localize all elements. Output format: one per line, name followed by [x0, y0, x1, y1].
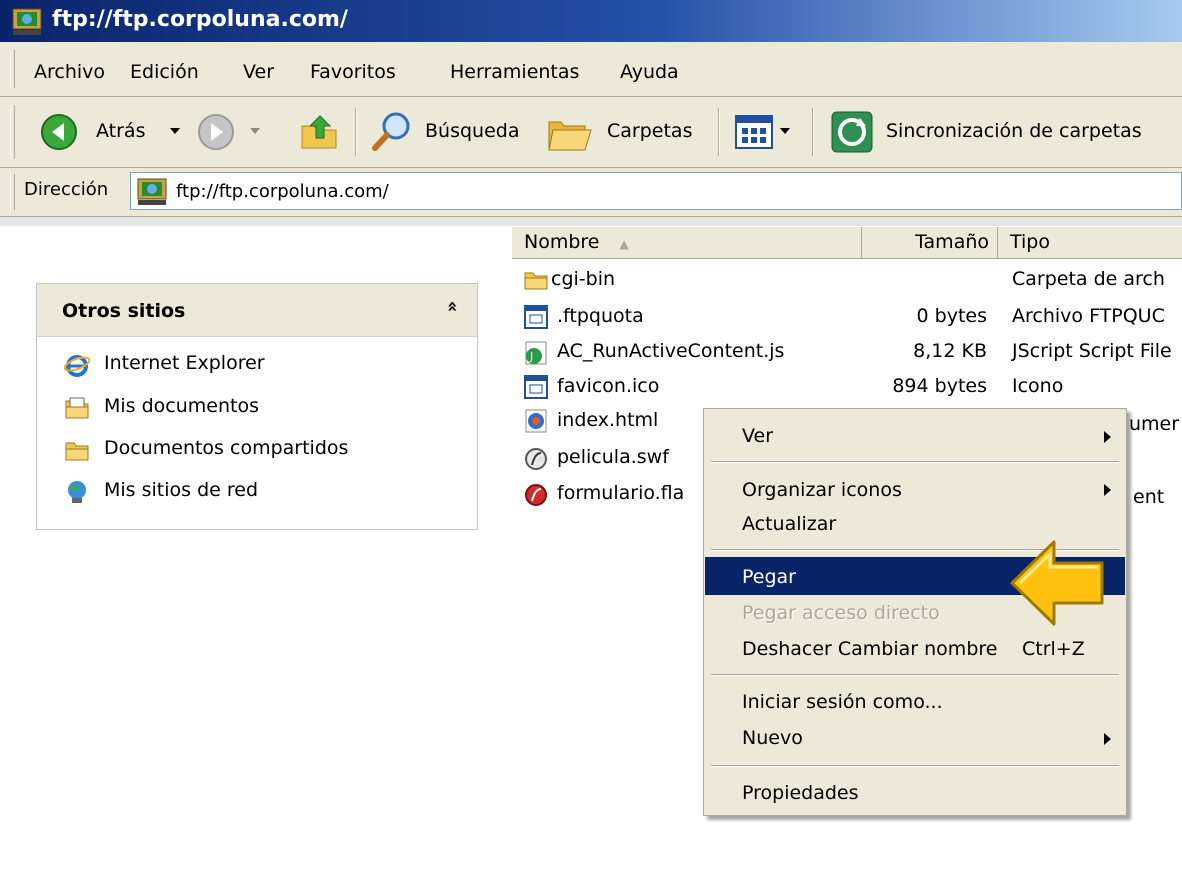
link-mis-documentos[interactable]: Mis documentos [104, 395, 259, 417]
file-row-name[interactable]: index.html [557, 409, 658, 431]
menu-ayuda[interactable]: Ayuda [620, 61, 679, 83]
file-row-name[interactable]: favicon.ico [557, 375, 659, 397]
column-header-tipo[interactable]: Tipo [998, 227, 1182, 259]
file-row-type: Icono [1012, 375, 1064, 397]
file-row-name[interactable]: cgi-bin [551, 268, 615, 290]
file-row-name[interactable]: formulario.fla [557, 482, 684, 504]
folder-icon [523, 267, 549, 293]
menu-item-pegar-acceso-directo: Pegar acceso directo [742, 602, 940, 624]
sync-folders-button[interactable]: Sincronización de carpetas [886, 120, 1142, 142]
file-row-type: Carpeta de arch [1012, 268, 1165, 290]
ftp-address-icon [137, 176, 167, 206]
ftp-folder-icon [12, 6, 42, 36]
search-icon[interactable] [370, 110, 414, 154]
icon-file-icon [523, 374, 549, 400]
column-tipo-label: Tipo [1010, 231, 1050, 253]
link-documentos-compartidos[interactable]: Documentos compartidos [104, 437, 348, 459]
column-header-tamano[interactable]: Tamaño [862, 227, 998, 259]
file-row-type: ent [1133, 486, 1165, 508]
file-row-type: Archivo FTPQUC [1012, 305, 1165, 327]
submenu-arrow-icon [1104, 431, 1111, 443]
menu-item-ver[interactable]: Ver [742, 425, 773, 447]
flash-source-icon [523, 481, 549, 507]
link-mis-sitios-de-red[interactable]: Mis sitios de red [104, 479, 258, 501]
menu-item-deshacer[interactable]: Deshacer Cambiar nombre [742, 638, 997, 660]
address-value: ftp://ftp.corpoluna.com/ [176, 181, 389, 202]
back-button[interactable]: Atrás [96, 120, 145, 142]
flash-movie-icon [523, 445, 549, 471]
back-dropdown-icon[interactable] [170, 128, 180, 134]
file-row-name[interactable]: .ftpquota [557, 305, 644, 327]
menu-archivo[interactable]: Archivo [34, 61, 105, 83]
file-row-name[interactable]: pelicula.swf [557, 446, 669, 468]
back-arrow-icon[interactable] [40, 113, 78, 151]
link-internet-explorer[interactable]: Internet Explorer [104, 352, 265, 374]
forward-arrow-icon[interactable] [197, 113, 235, 151]
file-row-size: 8,12 KB [913, 340, 987, 362]
shared-documents-icon [64, 437, 90, 463]
my-documents-icon [64, 395, 90, 421]
folders-button[interactable]: Carpetas [607, 120, 692, 142]
column-header-nombre[interactable]: Nombre ▲ [512, 227, 862, 259]
collapse-chevron-icon[interactable]: » [441, 301, 462, 313]
menu-separator [711, 674, 1119, 676]
other-places-title: Otros sitios [62, 300, 186, 322]
file-row-size: 894 bytes [892, 375, 987, 397]
column-nombre-label: Nombre [524, 231, 600, 253]
menu-item-pegar[interactable]: Pegar [742, 566, 796, 588]
divider [0, 217, 1182, 226]
up-folder-icon[interactable] [298, 110, 340, 152]
window-title: ftp://ftp.corpoluna.com/ [52, 7, 348, 32]
jscript-file-icon: J [523, 340, 549, 366]
svg-text:J: J [529, 350, 533, 363]
callout-arrow-icon [1008, 536, 1108, 630]
menu-item-nuevo[interactable]: Nuevo [742, 727, 803, 749]
submenu-arrow-icon [1104, 733, 1111, 745]
column-tamano-label: Tamaño [915, 231, 989, 253]
menu-ver[interactable]: Ver [243, 61, 274, 83]
views-icon[interactable] [735, 115, 773, 149]
search-button[interactable]: Búsqueda [425, 120, 519, 142]
menu-separator [711, 765, 1119, 767]
menu-item-deshacer-shortcut: Ctrl+Z [1022, 638, 1085, 660]
menu-item-propiedades[interactable]: Propiedades [742, 782, 859, 804]
file-row-type: umer [1129, 413, 1180, 435]
address-label: Dirección [24, 179, 109, 200]
menu-separator [711, 461, 1119, 463]
file-row-size: 0 bytes [916, 305, 987, 327]
sync-icon[interactable] [830, 110, 874, 154]
menu-item-iniciar-sesion[interactable]: Iniciar sesión como... [742, 691, 943, 713]
sort-ascending-icon: ▲ [619, 237, 629, 251]
generic-file-icon [523, 304, 549, 330]
menu-item-actualizar[interactable]: Actualizar [742, 513, 836, 535]
menu-herramientas[interactable]: Herramientas [450, 61, 579, 83]
file-row-type: JScript Script File [1012, 340, 1172, 362]
folders-icon[interactable] [545, 112, 593, 154]
menu-item-organizar-iconos[interactable]: Organizar iconos [742, 479, 902, 501]
forward-dropdown-icon[interactable] [250, 128, 260, 134]
menu-favoritos[interactable]: Favoritos [310, 61, 396, 83]
html-file-icon [523, 408, 549, 434]
network-places-icon [64, 479, 90, 505]
file-row-name[interactable]: AC_RunActiveContent.js [557, 340, 784, 362]
menu-edicion[interactable]: Edición [130, 61, 199, 83]
submenu-arrow-icon [1104, 484, 1111, 496]
internet-explorer-icon [63, 352, 91, 378]
views-dropdown-icon[interactable] [780, 128, 790, 134]
